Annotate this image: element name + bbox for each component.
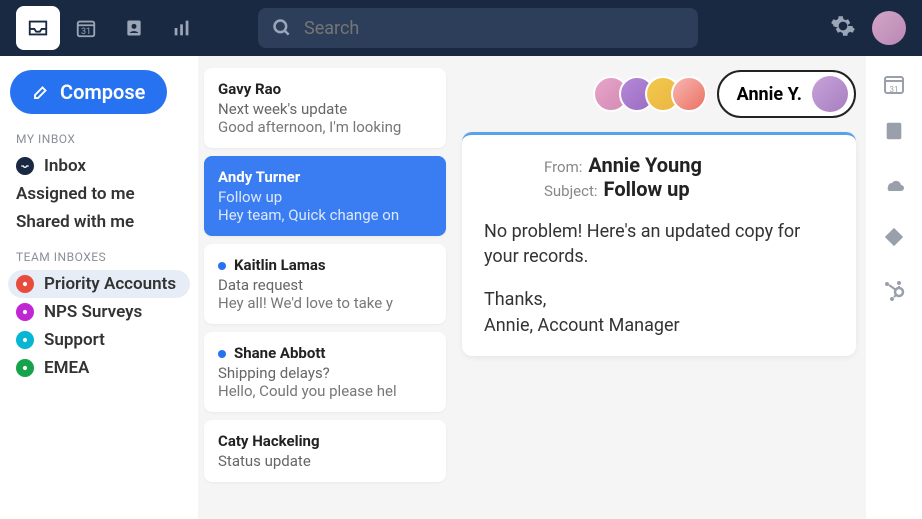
thread-card[interactable]: Caty HackelingStatus update <box>204 420 446 482</box>
viewer-name: Annie Y. <box>737 84 802 105</box>
participant-avatars[interactable] <box>593 76 707 112</box>
sidebar-item[interactable]: Priority Accounts <box>8 270 190 298</box>
sender-avatar <box>484 153 528 197</box>
message-card: From: Annie Young Subject: Follow up No pr… <box>462 132 856 356</box>
rail-cloud-icon[interactable] <box>882 172 906 200</box>
from-label: From: <box>544 158 582 176</box>
compose-button[interactable]: Compose <box>10 70 167 114</box>
sidebar-item[interactable]: Assigned to me <box>8 180 190 208</box>
search-bar[interactable] <box>258 8 698 48</box>
nav-analytics-icon[interactable] <box>160 6 204 50</box>
thread-card[interactable]: Kaitlin LamasData requestHey all! We'd l… <box>204 244 446 324</box>
sidebar-item[interactable]: NPS Surveys <box>8 298 190 326</box>
settings-icon[interactable] <box>830 13 856 43</box>
rail-contacts-icon[interactable] <box>883 120 905 146</box>
thread-card[interactable]: Andy TurnerFollow upHey team, Quick chan… <box>204 156 446 236</box>
rail-calendar-icon[interactable]: 31 <box>882 72 906 94</box>
section-my-inbox: MY INBOX <box>8 132 190 152</box>
search-icon <box>272 18 292 38</box>
right-rail: 31 <box>866 56 922 519</box>
rail-diamond-icon[interactable] <box>883 226 905 252</box>
top-bar: 31 <box>0 0 922 56</box>
message-pane: Annie Y. From: Annie Young Subject: Follow… <box>452 56 866 519</box>
nav-contacts-icon[interactable] <box>112 6 156 50</box>
viewer-pill[interactable]: Annie Y. <box>717 70 856 118</box>
rail-hubspot-icon[interactable] <box>882 278 906 306</box>
sidebar-item[interactable]: Inbox <box>8 152 190 180</box>
thread-list: Gavy RaoNext week's updateGood afternoon… <box>198 56 452 519</box>
compose-label: Compose <box>60 80 145 104</box>
compose-icon <box>32 83 50 101</box>
subject-value: Follow up <box>604 177 690 201</box>
sidebar-item[interactable]: Support <box>8 326 190 354</box>
from-value: Annie Young <box>588 153 701 177</box>
sidebar: Compose MY INBOX InboxAssigned to meShar… <box>0 56 198 519</box>
user-avatar[interactable] <box>872 11 906 45</box>
search-input[interactable] <box>304 18 684 39</box>
sidebar-item[interactable]: Shared with me <box>8 208 190 236</box>
sidebar-item[interactable]: EMEA <box>8 354 190 382</box>
subject-label: Subject: <box>544 182 598 200</box>
thread-card[interactable]: Shane AbbottShipping delays?Hello, Could… <box>204 332 446 412</box>
thread-card[interactable]: Gavy RaoNext week's updateGood afternoon… <box>204 68 446 148</box>
nav-inbox-icon[interactable] <box>16 6 60 50</box>
nav-calendar-icon[interactable]: 31 <box>64 6 108 50</box>
message-body: No problem! Here's an updated copy for y… <box>484 219 834 338</box>
section-team-inboxes: TEAM INBOXES <box>8 250 190 270</box>
